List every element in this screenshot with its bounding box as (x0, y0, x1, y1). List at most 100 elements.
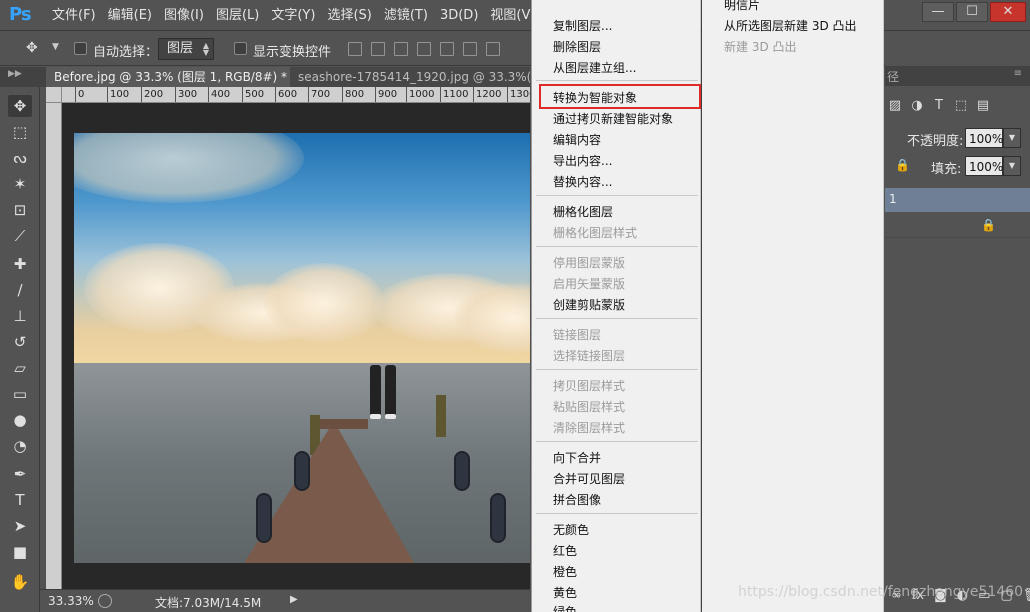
canvas-area[interactable] (62, 103, 530, 589)
eraser-tool-icon[interactable]: ▱ (8, 357, 32, 379)
menu-item-enable-vector-mask: 启用矢量蒙版 (553, 277, 626, 291)
crop-tool-icon[interactable]: ⊡ (8, 199, 32, 221)
tab-label: Before.jpg @ 33.3% (图层 1, RGB/8#) * (54, 70, 288, 84)
menu-item-disable-layer-mask: 停用图层蒙版 (553, 256, 626, 270)
menu-item-red[interactable]: 红色 (553, 542, 577, 559)
close-button[interactable]: ✕ (990, 2, 1026, 22)
pier-tire (490, 493, 506, 543)
stamp-tool-icon[interactable]: ⊥ (8, 305, 32, 327)
menu-item-clear-layer-style: 清除图层样式 (553, 421, 626, 435)
shape-tool-icon[interactable]: ■ (8, 541, 32, 563)
pixel-filter-icon[interactable]: ▨ (887, 98, 903, 114)
menu-item-green[interactable]: 绿色 (553, 603, 577, 612)
tab-seashore[interactable]: seashore-1785414_1920.jpg @ 33.3%(RGB/ (290, 67, 530, 87)
gradient-tool-icon[interactable]: ▭ (8, 383, 32, 405)
leg (385, 365, 396, 419)
menu-item-no-color[interactable]: 无颜色 (553, 521, 589, 538)
move-tool-icon[interactable]: ✥ (8, 95, 32, 117)
menu-select[interactable]: 选择(S) (321, 0, 377, 31)
shape-filter-icon[interactable]: ⬚ (953, 98, 969, 114)
lock-all-icon[interactable]: 🔒 (895, 158, 910, 172)
brush-tool-icon[interactable]: ∕ (8, 279, 32, 301)
menu-layer[interactable]: 图层(L) (210, 0, 265, 31)
history-brush-icon[interactable]: ↺ (8, 331, 32, 353)
menu-image[interactable]: 图像(I) (158, 0, 210, 31)
auto-select-label: 自动选择： (93, 45, 159, 60)
menu-item-rasterize-layer[interactable]: 栅格化图层 (553, 203, 613, 220)
align-vcenter-icon[interactable] (371, 42, 385, 56)
menu-file[interactable]: 文件(F) (46, 0, 102, 31)
tools-panel: ✥ ⬚ ᔓ ✶ ⊡ ⟋ ✚ ∕ ⊥ ↺ ▱ ▭ ● ◔ ✒ T ➤ ■ ✋ (0, 87, 40, 612)
status-menu-arrow-icon[interactable]: ▶ (290, 594, 298, 605)
document-image[interactable] (74, 133, 530, 563)
panel-menu-icon[interactable]: ≡ (1014, 68, 1022, 79)
auto-select-dropdown[interactable]: 图层 ▲ ▼ (158, 38, 214, 60)
menu-item-new-3d-from-selected[interactable]: 从所选图层新建 3D 凸出 (724, 17, 857, 34)
chevron-down-icon[interactable]: ▼ (52, 42, 59, 52)
paths-tab-partial[interactable]: 径 (887, 68, 899, 85)
type-filter-icon[interactable]: T (931, 98, 947, 114)
cloud (264, 263, 384, 343)
pen-tool-icon[interactable]: ✒ (8, 463, 32, 485)
menu-item-yellow[interactable]: 黄色 (553, 584, 577, 601)
menu-item-flatten-image[interactable]: 拼合图像 (553, 491, 601, 508)
tab-before[interactable]: Before.jpg @ 33.3% (图层 1, RGB/8#) *× (46, 67, 290, 87)
proof-icon[interactable] (98, 594, 112, 608)
distribute-icon[interactable] (486, 42, 500, 56)
maximize-button[interactable]: ☐ (956, 2, 988, 22)
zoom-level[interactable]: 33.33% (48, 594, 94, 608)
align-right-icon[interactable] (463, 42, 477, 56)
menu-item-merge-down[interactable]: 向下合并 (553, 449, 601, 466)
menu-item-merge-visible[interactable]: 合并可见图层 (553, 470, 625, 487)
opacity-dropdown-icon[interactable]: ▼ (1003, 128, 1021, 148)
dodge-tool-icon[interactable]: ◔ (8, 435, 32, 457)
menu-item-orange[interactable]: 橙色 (553, 563, 577, 580)
menu-separator (536, 513, 698, 514)
layer-row-background[interactable]: 🔒 (885, 214, 1030, 238)
hand-tool-icon[interactable]: ✋ (8, 571, 32, 593)
menu-item-export-contents[interactable]: 导出内容... (553, 152, 612, 169)
menu-filter[interactable]: 滤镜(T) (378, 0, 434, 31)
menu-item-duplicate-layer[interactable]: 复制图层... (553, 17, 612, 34)
pier-tire (256, 493, 272, 543)
menu-item-convert-smart-object[interactable]: 转换为智能对象 (553, 89, 637, 106)
marquee-tool-icon[interactable]: ⬚ (8, 121, 32, 143)
menu-item-group-from-layers[interactable]: 从图层建立组... (553, 59, 636, 76)
fill-label: 填充: (931, 162, 962, 177)
move-tool-icon[interactable]: ✥ (26, 40, 38, 56)
menu-item-create-clipping-mask[interactable]: 创建剪贴蒙版 (553, 296, 625, 313)
menu-edit[interactable]: 编辑(E) (102, 0, 158, 31)
menu-3d[interactable]: 3D(D) (434, 0, 484, 31)
fill-input[interactable]: 100% (965, 156, 1003, 176)
blur-tool-icon[interactable]: ● (8, 409, 32, 431)
adjustment-filter-icon[interactable]: ◑ (909, 98, 925, 114)
align-left-icon[interactable] (417, 42, 431, 56)
align-top-icon[interactable] (348, 42, 362, 56)
path-select-icon[interactable]: ➤ (8, 515, 32, 537)
align-hcenter-icon[interactable] (440, 42, 454, 56)
layers-panel: 径 ≡ ▨ ◑ T ⬚ ▤ 不透明度: 100% ▼ 🔒 填充: 100% ▼ … (885, 32, 1030, 612)
lasso-tool-icon[interactable]: ᔓ (8, 147, 32, 169)
align-bottom-icon[interactable] (394, 42, 408, 56)
healing-brush-icon[interactable]: ✚ (8, 253, 32, 275)
fill-dropdown-icon[interactable]: ▼ (1003, 156, 1021, 176)
delete-layer-icon[interactable]: 🗑 (1023, 588, 1030, 612)
opacity-input[interactable]: 100% (965, 128, 1003, 148)
menu-item-edit-contents[interactable]: 编辑内容 (553, 131, 601, 148)
minimize-button[interactable]: — (922, 2, 954, 22)
menu-type[interactable]: 文字(Y) (265, 0, 321, 31)
layer-row-selected[interactable]: 1 (885, 188, 1030, 212)
menu-item-new-smart-object-via-copy[interactable]: 通过拷贝新建智能对象 (553, 110, 673, 127)
auto-select-checkbox[interactable] (74, 42, 87, 55)
type-tool-icon[interactable]: T (8, 489, 32, 511)
leg (370, 365, 381, 419)
magic-wand-icon[interactable]: ✶ (8, 173, 32, 195)
menu-item-delete-layer[interactable]: 删除图层 (553, 38, 601, 55)
smart-object-filter-icon[interactable]: ▤ (975, 98, 991, 114)
expand-panels-icon[interactable]: ▶▶ (8, 69, 22, 79)
eyedropper-icon[interactable]: ⟋ (8, 225, 32, 247)
show-transform-checkbox[interactable] (234, 42, 247, 55)
ruler-horizontal: 0 100 200 300 400 500 600 700 800 900 10… (62, 87, 530, 103)
menu-item-replace-contents[interactable]: 替换内容... (553, 173, 612, 190)
menu-item-postcard[interactable]: 明信片 (724, 0, 760, 13)
